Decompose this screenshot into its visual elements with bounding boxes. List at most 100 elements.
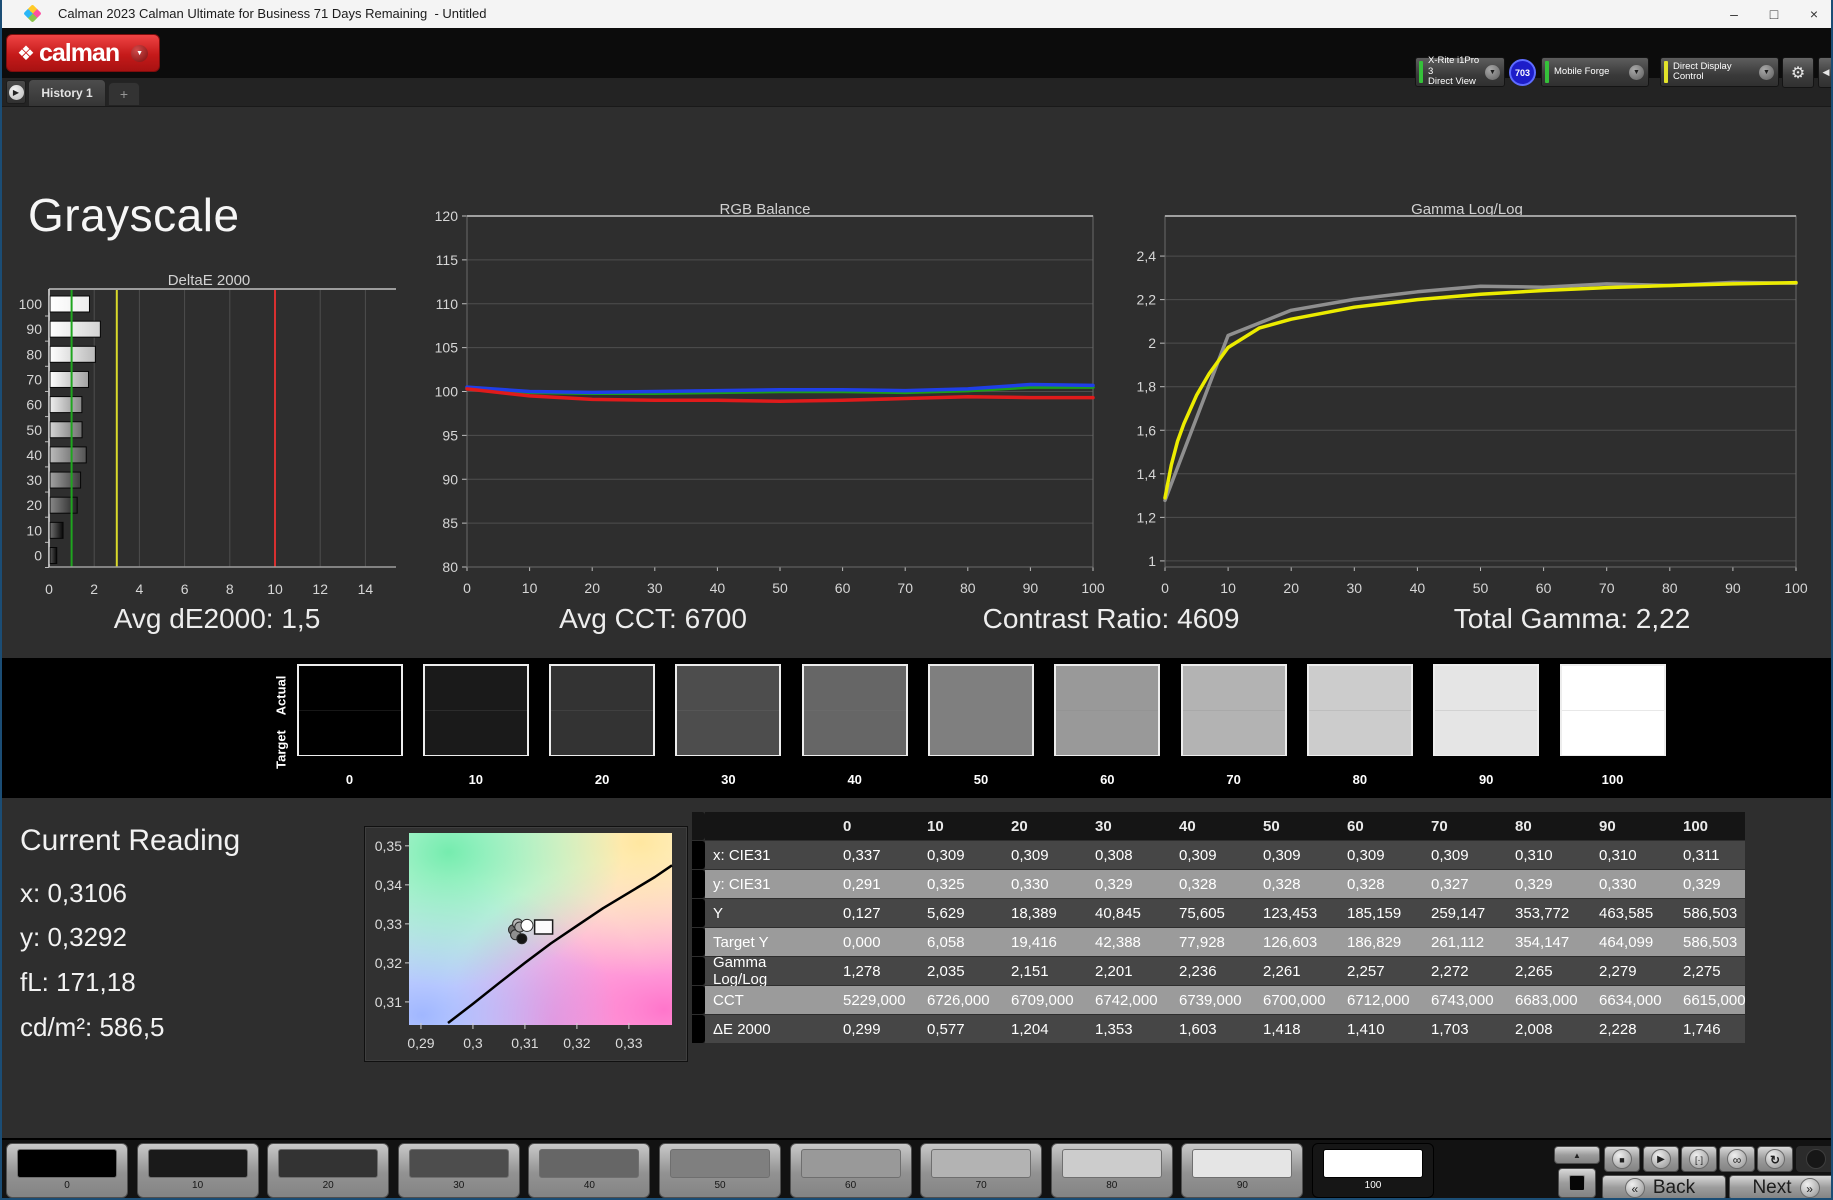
source-dropdown[interactable]: Mobile Forge ▼	[1541, 57, 1649, 87]
meter-badge[interactable]: 703	[1509, 59, 1536, 86]
table-row[interactable]: Gamma Log/Log 1,278 2,035 2,151 2,201 2,236 2,…	[692, 954, 1745, 988]
tab-scroll-button[interactable]: ▶	[6, 80, 26, 104]
tab-history-1[interactable]: History 1	[28, 79, 106, 106]
maximize-button[interactable]: □	[1757, 4, 1791, 24]
x-axis-label: 6	[181, 581, 189, 597]
stop-button[interactable]: ■	[1604, 1146, 1640, 1172]
swatch-label: 40	[847, 772, 862, 787]
swatch-label: 10	[468, 772, 484, 787]
pattern-thumbnail-0[interactable]: 0	[6, 1143, 128, 1198]
pattern-thumbnail-20[interactable]: 20	[267, 1143, 390, 1198]
table-row[interactable]: Y 0,127 5,629 18,389 40,845 75,605 123,453 185,…	[692, 899, 1745, 927]
next-button[interactable]: Next »	[1729, 1175, 1831, 1198]
target-marker	[533, 919, 554, 935]
swatch-target-half	[803, 710, 906, 755]
table-cell: 1,278	[821, 957, 905, 985]
table-cell: 0,309	[989, 841, 1073, 869]
table-cell: 0,328	[1157, 870, 1241, 898]
y-axis-label: 0,34	[375, 877, 402, 893]
stat-contrast-ratio: Contrast Ratio: 4609	[982, 603, 1240, 634]
table-cell: 0,291	[821, 870, 905, 898]
minimize-button[interactable]: –	[1717, 4, 1751, 24]
refresh-button[interactable]: ↻	[1757, 1146, 1793, 1172]
y-axis-label: 1,8	[1137, 379, 1157, 395]
chevron-left-icon: ◀	[1822, 67, 1830, 77]
pattern-thumbnail-60[interactable]: 60	[789, 1143, 912, 1198]
x-axis-label: 10	[522, 580, 538, 595]
pattern-thumbnail-10[interactable]: 10	[136, 1143, 259, 1198]
add-tab-button[interactable]: +	[108, 82, 140, 105]
table-cell: 40,845	[1073, 899, 1157, 927]
y-axis-label: 0	[34, 548, 42, 564]
pattern-label: 60	[845, 1180, 857, 1191]
y-axis-label: 100	[435, 384, 459, 400]
table-cell: 2,257	[1325, 957, 1409, 985]
pattern-window-button[interactable]	[1558, 1168, 1596, 1198]
y-axis-label: 85	[442, 515, 458, 531]
x-axis-label: 0,33	[615, 1035, 642, 1051]
table-row[interactable]: Target Y 0,000 6,058 19,416 42,388 77,928 126,…	[692, 928, 1745, 956]
deltae-bar	[49, 370, 89, 388]
back-button[interactable]: « Back	[1602, 1175, 1726, 1198]
pattern-swatch	[408, 1149, 509, 1178]
swatch-actual-half	[1308, 666, 1411, 710]
y-axis-label: 0,32	[375, 955, 402, 971]
next-label: Next	[1752, 1176, 1792, 1198]
table-cell: 0,309	[1157, 841, 1241, 869]
table-cell: 1,410	[1325, 1015, 1409, 1043]
table-gutter-cell	[692, 986, 705, 1014]
calman-menu-button[interactable]: ❖ calman ▼	[6, 34, 160, 72]
pattern-thumbnail-70[interactable]: 70	[920, 1143, 1043, 1198]
table-row-label: ΔE 2000	[705, 1015, 821, 1043]
deltae-bar	[49, 345, 96, 363]
table-cell: 0,310	[1493, 841, 1577, 869]
deltae-bar	[49, 496, 78, 514]
table-cell: 2,279	[1577, 957, 1661, 985]
settings-button[interactable]: ⚙	[1782, 57, 1814, 88]
pattern-thumbnail-100[interactable]: 100	[1312, 1143, 1434, 1198]
close-button[interactable]: ×	[1797, 4, 1831, 24]
play-button[interactable]: ▶	[1643, 1146, 1679, 1172]
table-cell: 0,310	[1577, 841, 1661, 869]
collapse-panel-button[interactable]: ◀	[1818, 57, 1831, 88]
x-axis-label: 80	[960, 580, 976, 595]
display-control-dropdown[interactable]: Direct Display Control ▼	[1660, 57, 1779, 87]
grayscale-swatch-80	[1306, 664, 1413, 756]
x-axis-label: 70	[1599, 580, 1615, 595]
chevron-down-icon: ▼	[1759, 64, 1774, 80]
x-axis-label: 30	[1347, 580, 1363, 595]
table-cell: 2,236	[1157, 957, 1241, 985]
y-axis-label: 0,35	[375, 838, 402, 854]
table-cell: 0,299	[821, 1015, 905, 1043]
pattern-thumbnail-40[interactable]: 40	[528, 1143, 651, 1198]
pattern-thumbnail-80[interactable]: 80	[1050, 1143, 1173, 1198]
table-row[interactable]: CCT 5229,000 6726,000 6709,000 6742,000 6739,…	[692, 986, 1746, 1014]
y-axis-label: 10	[26, 522, 42, 538]
swatch-actual-half	[803, 666, 906, 710]
table-cell: 0,329	[1073, 870, 1157, 898]
swatch-target-half	[298, 710, 401, 755]
indicator-circle-icon	[1805, 1149, 1826, 1169]
pattern-thumbnail-50[interactable]: 50	[659, 1143, 781, 1198]
table-row[interactable]: y: CIE31 0,291 0,325 0,330 0,329 0,328 0,328 0,…	[692, 870, 1745, 898]
table-cell: 1,418	[1241, 1015, 1325, 1043]
meter-dropdown[interactable]: X-Rite i1Pro 3 Direct View ▼	[1415, 56, 1505, 87]
scroll-up-button[interactable]: ▲	[1554, 1146, 1600, 1164]
plot-border	[1164, 215, 1797, 568]
series-reference	[1163, 280, 1798, 503]
deltae-bar	[49, 396, 83, 414]
up-arrow-icon: ▲	[1573, 1150, 1581, 1160]
table-row[interactable]: x: CIE31 0,337 0,309 0,309 0,308 0,309 0,309 0,…	[692, 841, 1745, 869]
table-corner-cell	[705, 812, 821, 840]
y-axis-label: 0,33	[375, 916, 402, 932]
single-measure-button[interactable]: [·]	[1681, 1146, 1717, 1172]
stat-total-gamma: Total Gamma: 2,22	[1453, 603, 1691, 634]
source-name: Mobile Forge	[1554, 65, 1610, 77]
pattern-swatch	[800, 1149, 901, 1178]
pattern-thumbnail-30[interactable]: 30	[397, 1143, 520, 1198]
continuous-measure-button[interactable]: ∞	[1719, 1146, 1755, 1172]
deltae-bar	[49, 295, 90, 313]
table-row[interactable]: ΔE 2000 0,299 0,577 1,204 1,353 1,603 1,418 1,4…	[692, 1015, 1745, 1043]
table-cell: 2,228	[1577, 1015, 1661, 1043]
pattern-thumbnail-90[interactable]: 90	[1181, 1143, 1304, 1198]
